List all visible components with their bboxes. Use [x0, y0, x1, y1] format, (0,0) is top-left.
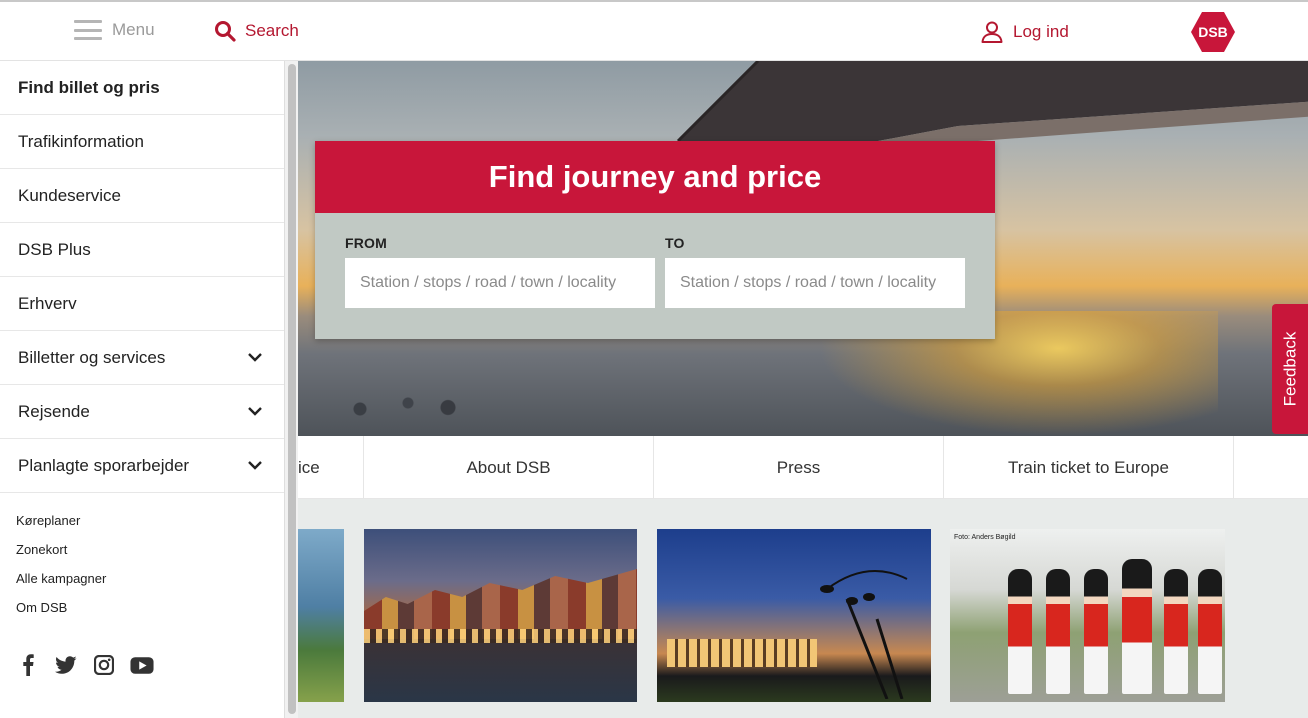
guard-figure — [1164, 569, 1188, 694]
hamburger-icon — [74, 20, 102, 40]
from-label: FROM — [345, 235, 388, 251]
nav-item-partial[interactable]: ice — [298, 436, 364, 499]
shore-rocks — [328, 391, 488, 421]
search-label: Search — [245, 21, 299, 40]
feedback-tab[interactable]: Feedback — [1272, 304, 1308, 434]
sidemenu-item-label: DSB Plus — [18, 239, 91, 259]
card-image-nyhavn[interactable] — [364, 529, 637, 702]
facebook-icon[interactable] — [16, 654, 40, 676]
sidemenu-item-rejsende[interactable]: Rejsende — [0, 385, 284, 439]
guard-figure — [1084, 569, 1108, 694]
sidemenu-item-label: Planlagte sporarbejder — [18, 455, 190, 475]
site-header: Menu Search Log ind DSB — [0, 0, 1308, 61]
sidemenu-item-billetter-og-services[interactable]: Billetter og services — [0, 331, 284, 385]
side-menu: Find billet og pris Trafikinformation Ku… — [0, 61, 284, 718]
search-button[interactable]: Search — [214, 20, 299, 42]
user-icon — [981, 21, 1003, 43]
feedback-label: Feedback — [1280, 331, 1300, 407]
to-input[interactable] — [665, 258, 965, 308]
nav-item-train-ticket-europe[interactable]: Train ticket to Europe — [944, 436, 1234, 499]
guard-figure — [1008, 569, 1032, 694]
journey-search-form: FROM TO — [315, 213, 995, 339]
sidemenu-item-dsb-plus[interactable]: DSB Plus — [0, 223, 284, 277]
journey-search-title: Find journey and price — [315, 141, 995, 213]
search-icon — [215, 21, 236, 42]
login-button[interactable]: Log ind — [980, 20, 1069, 44]
sublink-zonekort[interactable]: Zonekort — [16, 542, 284, 571]
card-image-coast[interactable] — [298, 529, 344, 702]
guard-figure — [1122, 559, 1152, 694]
sculpture-silhouette — [820, 570, 908, 699]
sidemenu-item-label: Trafikinformation — [18, 131, 144, 151]
harbour-lights — [364, 629, 637, 643]
sidemenu-item-trafikinformation[interactable]: Trafikinformation — [0, 115, 284, 169]
sidemenu-item-planlagte-sporarbejder[interactable]: Planlagte sporarbejder — [0, 439, 284, 493]
to-label: TO — [665, 235, 685, 251]
youtube-icon[interactable] — [130, 654, 154, 676]
sidemenu-item-erhverv[interactable]: Erhverv — [0, 277, 284, 331]
sublink-om-dsb[interactable]: Om DSB — [16, 600, 284, 629]
sidemenu-item-kundeservice[interactable]: Kundeservice — [0, 169, 284, 223]
social-links — [16, 654, 154, 676]
from-input[interactable] — [345, 258, 655, 308]
side-menu-scrollbar[interactable] — [284, 61, 298, 718]
card-image-tivoli-guards[interactable]: Foto: Anders Bøgild — [950, 529, 1225, 702]
login-label: Log ind — [1013, 22, 1069, 41]
quick-nav: ice About DSB Press Train ticket to Euro… — [298, 436, 1308, 499]
museum-pavilion — [667, 639, 817, 667]
sidemenu-item-label: Kundeservice — [18, 185, 122, 205]
sidemenu-item-label: Erhverv — [18, 293, 77, 313]
sidemenu-item-label: Billetter og services — [18, 347, 166, 367]
sublink-alle-kampagner[interactable]: Alle kampagner — [16, 571, 284, 600]
nav-item-press[interactable]: Press — [654, 436, 944, 499]
instagram-icon[interactable] — [92, 654, 116, 676]
twitter-icon[interactable] — [54, 654, 78, 676]
menu-label: Menu — [112, 20, 155, 39]
sidemenu-item-find-billet[interactable]: Find billet og pris — [0, 61, 284, 115]
chevron-down-icon — [248, 461, 262, 470]
scrollbar-thumb[interactable] — [288, 64, 296, 714]
card-image-museum[interactable] — [657, 529, 931, 702]
content-area: Foto: Anders Bøgild — [298, 499, 1308, 718]
dsb-logo[interactable]: DSB — [1190, 11, 1236, 53]
menu-button[interactable]: Menu — [74, 20, 155, 40]
nav-item-about-dsb[interactable]: About DSB — [364, 436, 654, 499]
sidemenu-item-label: Find billet og pris — [18, 77, 160, 97]
photo-credit: Foto: Anders Bøgild — [954, 534, 1016, 541]
chevron-down-icon — [248, 353, 262, 362]
chevron-down-icon — [248, 407, 262, 416]
logo-text: DSB — [1198, 24, 1228, 40]
sublink-koereplaner[interactable]: Køreplaner — [16, 513, 284, 542]
journey-search-card: Find journey and price FROM TO — [315, 141, 995, 339]
guard-figure — [1046, 569, 1070, 694]
sidemenu-item-label: Rejsende — [18, 401, 90, 421]
guard-figure — [1198, 569, 1222, 694]
sidemenu-sublinks: Køreplaner Zonekort Alle kampagner Om DS… — [0, 493, 284, 629]
